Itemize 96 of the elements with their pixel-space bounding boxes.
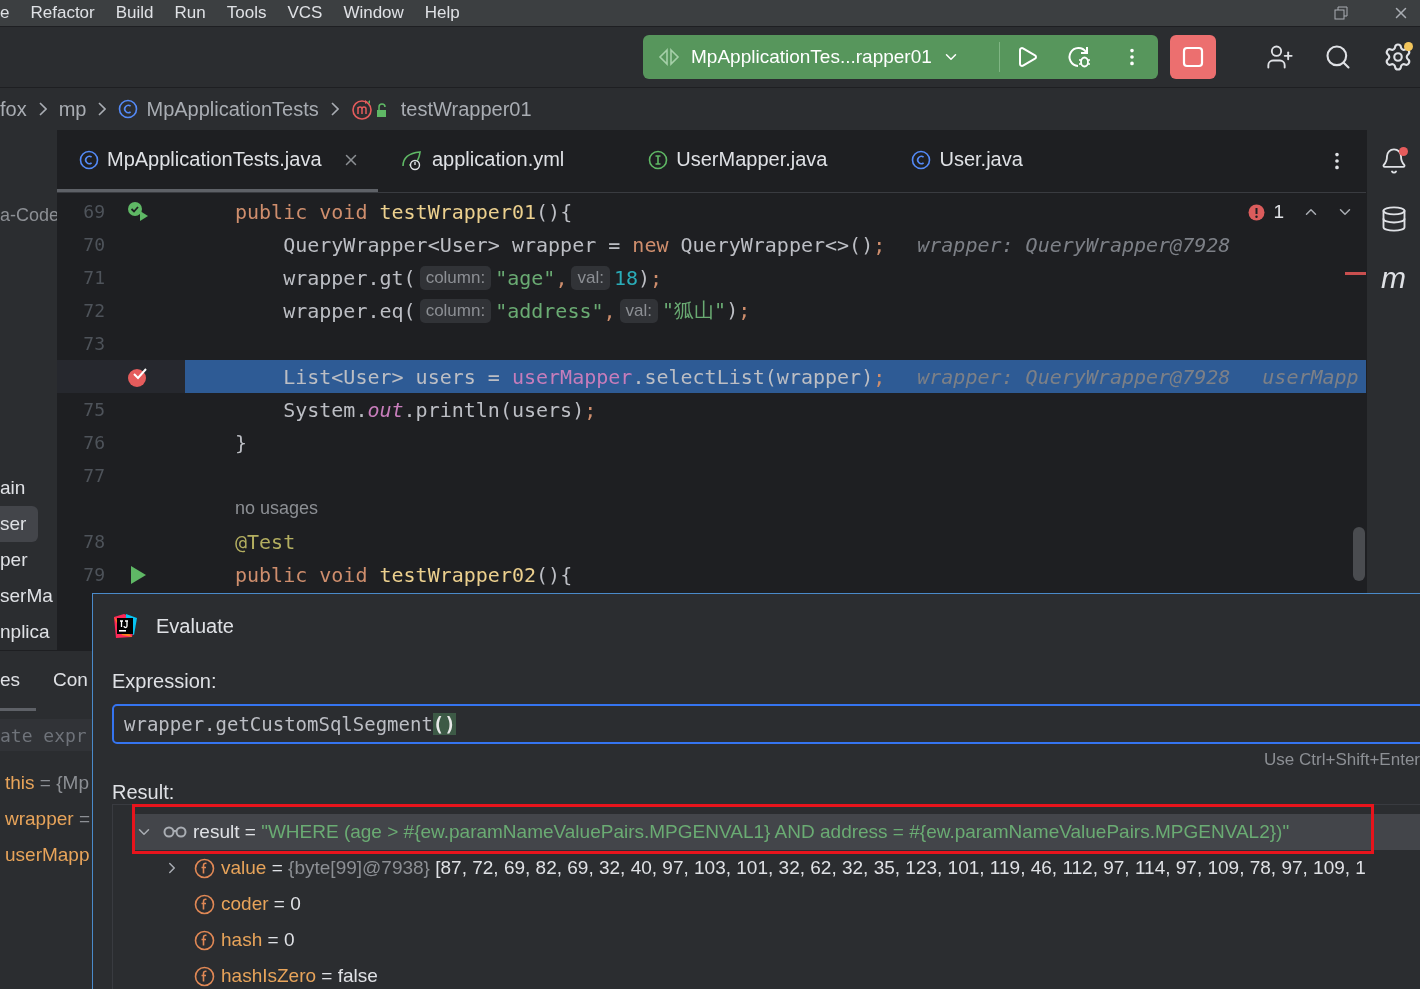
menu-item[interactable]: e: [0, 3, 10, 23]
code-text: 18);: [613, 265, 663, 290]
restore-icon[interactable]: [1334, 6, 1348, 20]
line-number: 77: [82, 465, 105, 486]
problem-count: 1: [1273, 201, 1284, 223]
menu-item[interactable]: Window: [343, 3, 404, 23]
split-arrows-icon: [657, 47, 681, 67]
tree-node-text: hash = 0: [221, 929, 295, 951]
code-text: System.out.println(users);: [282, 397, 597, 422]
code-text: QueryWrapper<User> wrapper = new QueryWrapper<>();: [282, 232, 886, 257]
menu-item[interactable]: VCS: [287, 3, 323, 23]
app-logo-icon: [112, 613, 138, 639]
breadcrumb[interactable]: testWrapper01: [350, 97, 532, 121]
menu-item[interactable]: Build: [115, 3, 154, 23]
line-number: 76: [82, 432, 105, 453]
project-item[interactable]: ain: [0, 470, 57, 506]
code-text: wrapper.gt(: [282, 265, 416, 290]
line-number: 79: [82, 564, 105, 585]
stop-button[interactable]: [1170, 35, 1216, 79]
chevron-right-icon: [330, 102, 339, 116]
code-text: List<User> users = userMapper.selectList(wrapper);: [282, 364, 886, 389]
scrollbar-thumb[interactable]: [1353, 527, 1365, 581]
tree-node-text: hashIsZero = false: [221, 965, 378, 987]
field-icon: [194, 857, 215, 879]
plugin-letter[interactable]: m: [1381, 263, 1406, 293]
add-user-icon[interactable]: [1266, 43, 1294, 71]
debug-rerun-icon[interactable]: [1066, 44, 1093, 70]
code-text: @Test: [235, 529, 296, 554]
inline-value: userMapp: [1262, 364, 1359, 389]
chevron-right-icon: [38, 102, 47, 116]
breadcrumb[interactable]: mp: [58, 97, 87, 121]
parameter-hint: column:: [419, 265, 492, 290]
field-icon: [194, 893, 215, 915]
usages-hint[interactable]: no usages: [235, 498, 319, 519]
interface-icon: [648, 149, 669, 170]
class-icon: [911, 149, 932, 170]
editor-tab[interactable]: UserMapper.java: [626, 130, 846, 192]
inline-value: wrapper: QueryWrapper@7928: [917, 232, 1231, 257]
code-text: "狐山");: [662, 297, 751, 324]
project-item[interactable]: ser: [0, 506, 38, 542]
code-text: public void testWrapper02(){: [235, 562, 573, 587]
shortcut-hint: Use Ctrl+Shift+Enter: [1264, 750, 1420, 770]
parameter-hint: val:: [619, 298, 659, 323]
editor-tab[interactable]: User.java: [889, 130, 1041, 192]
class-icon: [118, 99, 139, 119]
menu-item[interactable]: Run: [174, 3, 206, 23]
editor-tab[interactable]: application.yml: [378, 130, 583, 192]
code-text: wrapper.eq(: [282, 298, 416, 323]
editor-tab[interactable]: MpApplicationTests.java: [57, 130, 378, 192]
leaf-icon: [400, 148, 424, 171]
code-text: "age",: [495, 265, 568, 290]
search-icon[interactable]: [1324, 43, 1352, 71]
project-item[interactable]: serMa: [0, 578, 57, 614]
parameter-hint: column:: [419, 298, 492, 323]
field-icon: [194, 965, 215, 987]
field-label: Expression:: [112, 669, 218, 693]
debug-tab[interactable]: Con: [53, 651, 88, 711]
project-item[interactable]: per: [0, 542, 57, 578]
line-number: 72: [82, 300, 105, 321]
class-icon: [79, 149, 99, 170]
expression-input[interactable]: wrapper.getCustomSqlSegment(): [112, 704, 1420, 744]
line-number: 71: [82, 267, 105, 288]
breadcrumb[interactable]: fox: [0, 97, 27, 121]
run-configuration-button[interactable]: MpApplicationTes...rapper01: [643, 35, 1000, 79]
menu-item[interactable]: Help: [424, 3, 460, 23]
breadcrumb[interactable]: MpApplicationTests: [118, 97, 319, 121]
settings-icon[interactable]: [1383, 42, 1413, 72]
expression-field[interactable]: ate expr: [0, 719, 92, 751]
menu-item[interactable]: Tools: [226, 3, 267, 23]
code-text: public void testWrapper01(){: [235, 199, 573, 224]
tree-node-text: value = {byte[99]@7938} [87, 72, 69, 82, 69, 32, 40, 97, 103, 101, 32, 62, 32, 35, 123, 101, 119, 46, 112, 97, 114, 97, 109, 78, 97, 109, 1: [221, 857, 1366, 879]
line-number: 73: [82, 333, 105, 354]
error-stripe-mark: [1345, 272, 1366, 275]
field-icon: [194, 929, 215, 951]
line-number: 78: [82, 531, 105, 552]
dialog-title: Evaluate: [156, 614, 234, 638]
debug-tab[interactable]: es: [0, 651, 37, 711]
run-icon[interactable]: [128, 564, 148, 585]
parameter-hint: val:: [571, 265, 610, 290]
menu-item[interactable]: Refactor: [30, 3, 95, 23]
test-passed-icon[interactable]: [126, 200, 150, 223]
line-number: 70: [82, 234, 105, 255]
tree-node-text: result = "WHERE (age > #{ew.paramNameValuePairs.MPGENVAL1} AND address = #{ew.paramNameValuePairs.MPGENVAL2})": [193, 821, 1290, 843]
tree-node-text: coder = 0: [221, 893, 301, 915]
project-item[interactable]: nplica: [0, 614, 57, 650]
error-icon[interactable]: [1248, 203, 1266, 221]
inline-value: wrapper: QueryWrapper@7928: [917, 364, 1231, 389]
field-label: Result:: [112, 780, 176, 804]
chevron-right-icon: [98, 102, 107, 116]
stop-icon: [1182, 46, 1204, 68]
glasses-icon: [163, 825, 187, 839]
tree-row[interactable]: result = "WHERE (age > #{ew.paramNameValuePairs.MPGENVAL1} AND address = #{ew.paramNameValuePairs.MPGENVAL2})": [134, 814, 1420, 850]
code-text: }: [235, 430, 248, 455]
code-text: "address",: [495, 298, 616, 323]
line-number: 75: [82, 399, 105, 420]
line-number: 69: [82, 201, 105, 222]
